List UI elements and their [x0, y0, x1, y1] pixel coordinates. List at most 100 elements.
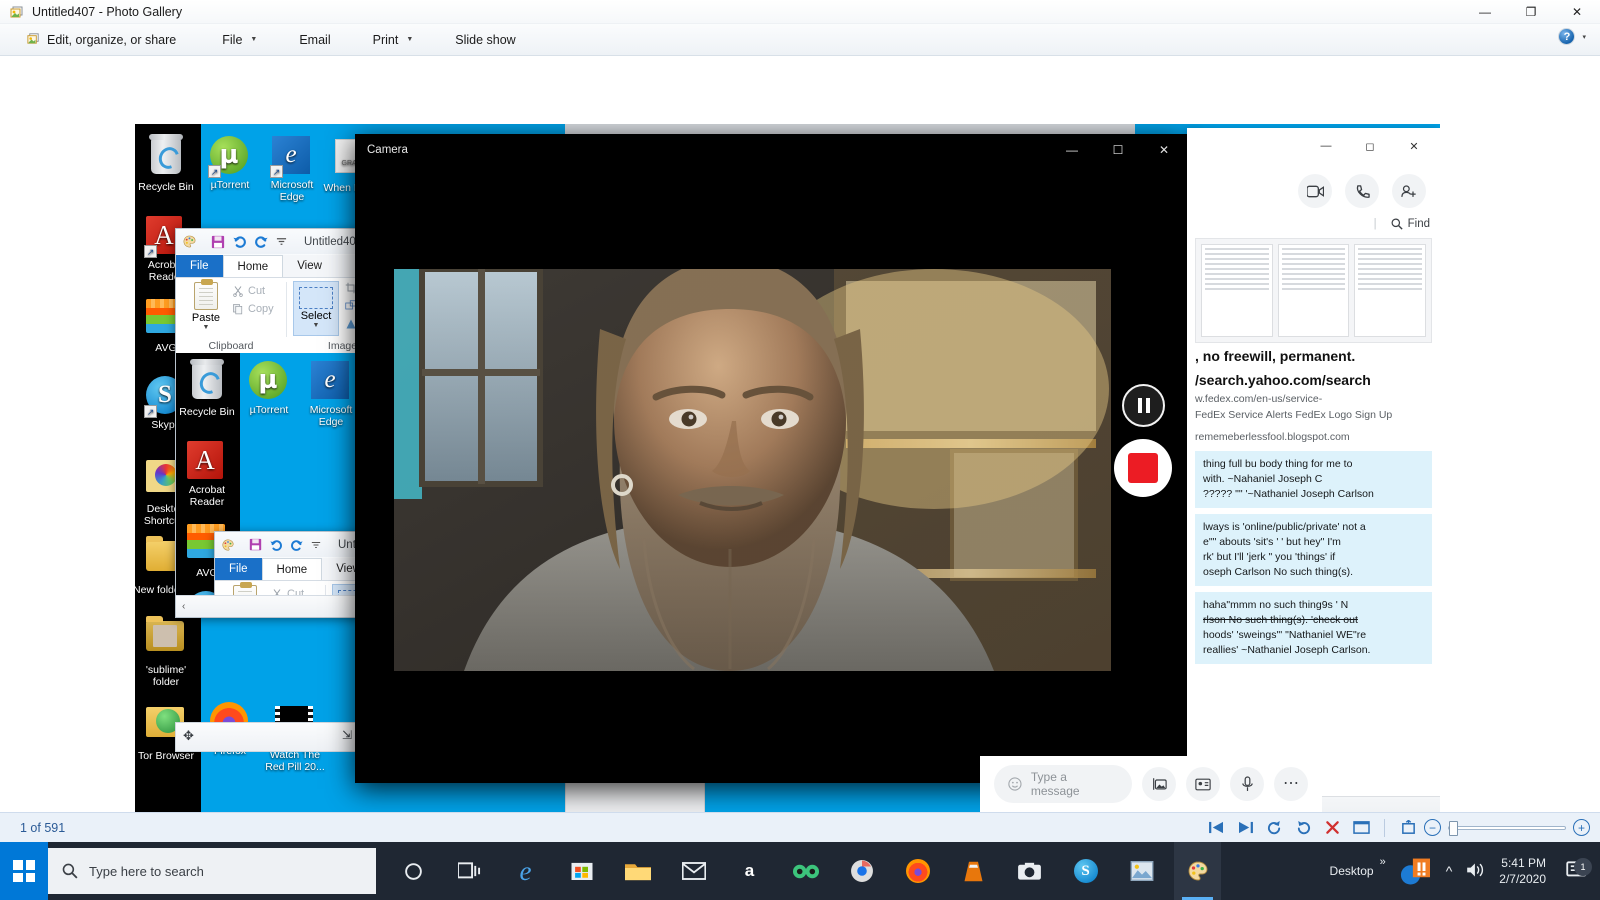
- rotate-cw-icon[interactable]: [1290, 816, 1316, 840]
- cut-button[interactable]: Cut: [271, 588, 304, 595]
- chrome-icon[interactable]: [838, 842, 885, 900]
- customize-quick-access-icon[interactable]: [276, 234, 287, 250]
- desktop-icon-utorrent[interactable]: µ ↗ µTorrent: [197, 136, 263, 191]
- minimize-button[interactable]: —: [1462, 0, 1508, 24]
- voice-message-icon[interactable]: [1230, 767, 1264, 801]
- delete-icon[interactable]: [1319, 816, 1345, 840]
- audio-call-icon[interactable]: [1345, 174, 1379, 208]
- find-button[interactable]: Find: [1391, 218, 1430, 230]
- show-hidden-icons[interactable]: ^: [1446, 863, 1453, 879]
- previous-icon[interactable]: [1203, 816, 1229, 840]
- zoom-slider[interactable]: [1448, 820, 1566, 836]
- edge-icon[interactable]: e: [502, 842, 549, 900]
- photo-viewer-canvas[interactable]: Recycle Bin µ ↗ µTorrent e ↗ Microsoft E…: [0, 56, 1600, 854]
- send-photo-icon[interactable]: [1142, 767, 1176, 801]
- camera-titlebar[interactable]: Camera — ☐ ✕: [355, 134, 1187, 165]
- menu-file[interactable]: File ▼: [210, 28, 269, 52]
- file-explorer-icon[interactable]: [614, 842, 661, 900]
- tab-view[interactable]: View: [283, 255, 336, 277]
- rotate-ccw-icon[interactable]: [1261, 816, 1287, 840]
- vlc-icon[interactable]: [950, 842, 997, 900]
- paint-app-icon[interactable]: [221, 537, 235, 553]
- photo-gallery-icon[interactable]: [1118, 842, 1165, 900]
- undo-icon[interactable]: [269, 537, 283, 553]
- close-button[interactable]: ✕: [1141, 134, 1187, 165]
- restore-button[interactable]: ❐: [1508, 0, 1554, 24]
- minimize-button[interactable]: —: [1304, 131, 1348, 161]
- paint-icon[interactable]: [1174, 842, 1221, 900]
- search-input[interactable]: Type here to search: [48, 848, 376, 894]
- skype-titlebar[interactable]: — ◻ ✕: [1187, 128, 1440, 164]
- paste-button[interactable]: Paste ▼: [223, 582, 267, 595]
- overflow-caret-icon[interactable]: »: [1380, 856, 1386, 868]
- tab-file[interactable]: File: [176, 255, 223, 277]
- redo-icon[interactable]: [254, 234, 269, 250]
- menu-print[interactable]: Print ▼: [361, 28, 426, 52]
- chat-message-3[interactable]: haha"mmm no such thing9s ' N rlson No su…: [1195, 592, 1432, 664]
- chevron-down-icon[interactable]: ▾: [1582, 33, 1586, 41]
- camera-stop-control[interactable]: [1114, 439, 1172, 497]
- zoom-out-button[interactable]: −: [1424, 819, 1441, 836]
- firefox-icon[interactable]: [894, 842, 941, 900]
- maximize-button[interactable]: ☐: [1095, 134, 1141, 165]
- message-input[interactable]: Type a message: [994, 765, 1132, 803]
- task-view-icon[interactable]: [446, 842, 493, 900]
- actual-size-icon[interactable]: [1395, 816, 1421, 840]
- maximize-button[interactable]: ◻: [1348, 131, 1392, 161]
- camera-icon[interactable]: [1006, 842, 1053, 900]
- fit-to-window-icon[interactable]: [1348, 816, 1374, 840]
- zoom-in-button[interactable]: +: [1573, 819, 1590, 836]
- copy-button[interactable]: Copy: [232, 303, 274, 315]
- skype-icon[interactable]: S: [1062, 842, 1109, 900]
- skype-window[interactable]: — ◻ ✕ | Find , no freewill, permanent. /…: [1187, 128, 1440, 818]
- tab-home[interactable]: Home: [222, 255, 284, 277]
- close-button[interactable]: ✕: [1554, 0, 1600, 24]
- nested-icon-acrobat[interactable]: A Acrobat Reader: [176, 441, 240, 508]
- clock[interactable]: 5:41 PM 2/7/2020: [1499, 855, 1546, 887]
- avg-icon[interactable]: [1400, 857, 1432, 885]
- desktop-icon-recycle-bin[interactable]: Recycle Bin: [135, 134, 199, 193]
- tab-home[interactable]: Home: [261, 558, 323, 580]
- save-icon[interactable]: [249, 537, 262, 553]
- zoom-slider-handle[interactable]: [1449, 820, 1458, 836]
- stop-recording-button[interactable]: [1114, 439, 1172, 497]
- paint-app-icon[interactable]: [182, 234, 197, 250]
- chevron-down-icon[interactable]: ▼: [294, 322, 338, 329]
- chat-message-2[interactable]: lways is 'online/public/private' not a e…: [1195, 514, 1432, 586]
- cortana-icon[interactable]: [390, 842, 437, 900]
- minimize-button[interactable]: —: [1049, 134, 1095, 165]
- close-button[interactable]: ✕: [1392, 131, 1436, 161]
- chat-message-1[interactable]: thing full bu body thing for me to with.…: [1195, 451, 1432, 508]
- start-button[interactable]: [0, 842, 48, 900]
- action-center-icon[interactable]: 1: [1566, 857, 1592, 882]
- video-call-icon[interactable]: [1298, 174, 1332, 208]
- nested-icon-recycle-bin[interactable]: Recycle Bin: [176, 359, 240, 418]
- select-button[interactable]: Select ▼: [293, 281, 339, 336]
- redo-icon[interactable]: [290, 537, 304, 553]
- menu-email[interactable]: Email: [287, 28, 342, 52]
- nested-icon-utorrent[interactable]: µ µTorrent: [236, 361, 302, 416]
- save-icon[interactable]: [211, 234, 225, 250]
- paste-button[interactable]: Paste ▼: [184, 279, 228, 331]
- shared-screenshot-thumbnail[interactable]: [1195, 238, 1432, 343]
- undo-icon[interactable]: [232, 234, 247, 250]
- pause-button[interactable]: [1122, 384, 1165, 427]
- camera-pause-control[interactable]: [1122, 384, 1165, 427]
- cut-button[interactable]: Cut: [232, 285, 265, 297]
- next-icon[interactable]: [1232, 816, 1258, 840]
- microsoft-store-icon[interactable]: [558, 842, 605, 900]
- chevron-down-icon[interactable]: ▼: [184, 324, 228, 331]
- tripadvisor-icon[interactable]: [782, 842, 829, 900]
- more-icon[interactable]: ⋯: [1274, 767, 1308, 801]
- tab-file[interactable]: File: [215, 558, 262, 580]
- customize-quick-access-icon[interactable]: [311, 537, 321, 553]
- mail-icon[interactable]: [670, 842, 717, 900]
- amazon-icon[interactable]: a: [726, 842, 773, 900]
- menu-slide-show[interactable]: Slide show: [443, 28, 527, 52]
- desktop-label[interactable]: Desktop: [1330, 864, 1374, 878]
- menu-edit-organize-share[interactable]: Edit, organize, or share: [14, 28, 188, 52]
- contact-card-icon[interactable]: [1186, 767, 1220, 801]
- desktop-icon-microsoft-edge[interactable]: e ↗ Microsoft Edge: [259, 136, 325, 203]
- add-people-icon[interactable]: [1392, 174, 1426, 208]
- scroll-left-icon[interactable]: ‹: [182, 601, 185, 612]
